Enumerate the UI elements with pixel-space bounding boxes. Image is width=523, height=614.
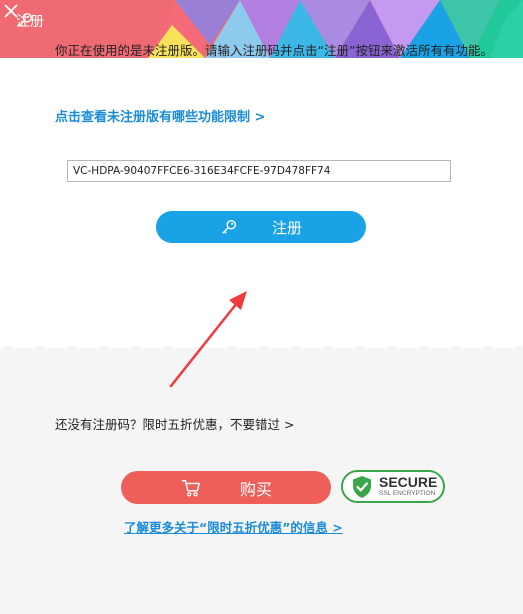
feature-limit-link[interactable]: 点击查看未注册版有哪些功能限制 >	[55, 106, 265, 125]
promo-text[interactable]: 还没有注册码？限时五折优惠，不要错过 >	[55, 414, 294, 433]
secure-texts: SECURE SSL ENCRYPTION	[379, 475, 437, 498]
register-button-label: 注册	[271, 218, 302, 237]
buy-button-label: 购买	[239, 479, 272, 499]
register-dialog: 注册 你正在使用的是未注册版。请输入注册码并点击“注册”按钮来激活所有有功能。 …	[0, 0, 523, 614]
register-button[interactable]: 注册	[156, 211, 366, 243]
promo-info-link[interactable]: 了解更多关于“限时五折优惠”的信息 >	[124, 517, 343, 536]
notice-text: 你正在使用的是未注册版。请输入注册码并点击“注册”按钮来激活所有有功能。	[55, 43, 493, 58]
secure-subtitle: SSL ENCRYPTION	[379, 490, 436, 498]
cart-icon	[181, 479, 200, 497]
close-icon[interactable]	[0, 0, 22, 22]
key-icon	[222, 219, 237, 234]
shield-check-icon	[353, 475, 371, 498]
registration-code-input[interactable]	[67, 160, 451, 182]
buy-button[interactable]: 购买	[121, 471, 331, 504]
secure-title: SECURE	[379, 474, 438, 491]
ssl-secure-badge: SECURE SSL ENCRYPTION	[341, 470, 445, 503]
wave-divider	[0, 346, 523, 360]
